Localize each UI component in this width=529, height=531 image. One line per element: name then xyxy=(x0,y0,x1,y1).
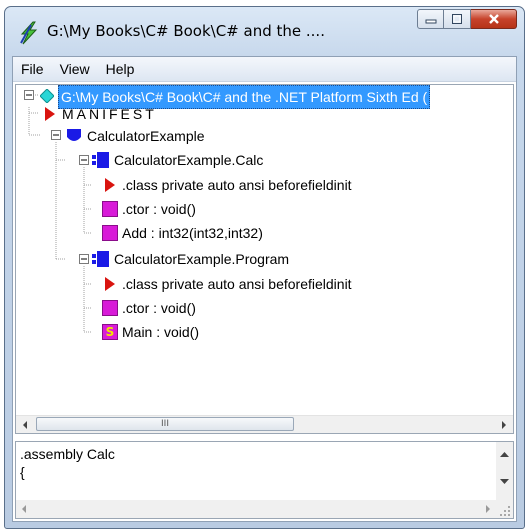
scroll-left-arrow-icon xyxy=(22,505,26,513)
menu-bar: File View Help xyxy=(13,57,516,82)
app-window: G:\My Books\C# Book\C# and the .... File… xyxy=(4,6,525,529)
static-method-icon: S xyxy=(102,324,118,340)
assembly-diamond-icon xyxy=(40,89,54,103)
close-icon xyxy=(488,14,499,24)
scroll-left-button[interactable] xyxy=(16,416,34,433)
namespace-shield-icon xyxy=(67,129,81,141)
minimize-button[interactable] xyxy=(417,9,444,29)
tree-label-program-main: Main : void() xyxy=(122,324,200,340)
tree-label-program-ctor: .ctor : void() xyxy=(122,300,196,316)
window-title: G:\My Books\C# Book\C# and the .... xyxy=(47,22,325,40)
tree-label-calc-ctor: .ctor : void() xyxy=(122,201,196,217)
tree-label-calc-add: Add : int32(int32,int32) xyxy=(122,225,263,241)
caption-buttons xyxy=(417,9,517,31)
scroll-thumb[interactable]: III xyxy=(36,417,294,431)
il-line-1: .assembly Calc xyxy=(20,446,115,462)
tree-label-namespace: CalculatorExample xyxy=(87,128,205,144)
scroll-right-button[interactable] xyxy=(495,416,513,433)
directive-triangle-icon xyxy=(105,277,115,291)
manifest-triangle-icon xyxy=(45,107,55,121)
scroll-right-arrow-icon xyxy=(486,505,490,513)
menu-help[interactable]: Help xyxy=(98,58,143,80)
tree-horizontal-scrollbar[interactable]: III xyxy=(16,415,513,433)
class-icon xyxy=(92,152,109,168)
close-button[interactable] xyxy=(471,9,517,29)
client-area: File View Help G:\My Books\C# Book\C# an… xyxy=(12,56,517,522)
scroll-right-arrow-icon xyxy=(502,420,506,429)
method-icon xyxy=(102,300,118,316)
scroll-left-arrow-icon xyxy=(23,420,27,429)
tree-label-calc-directive: .class private auto ansi beforefieldinit xyxy=(122,177,352,193)
lightning-app-icon xyxy=(20,21,38,45)
menu-view[interactable]: View xyxy=(52,58,98,80)
maximize-icon xyxy=(452,14,462,24)
minimize-icon xyxy=(425,19,436,24)
assembly-tree[interactable]: G:\My Books\C# Book\C# and the .NET Plat… xyxy=(15,84,514,434)
scroll-up-arrow-icon xyxy=(500,452,509,457)
tree-label-program-class: CalculatorExample.Program xyxy=(114,251,290,267)
tree-label-program-directive: .class private auto ansi beforefieldinit xyxy=(122,276,352,292)
scroll-down-arrow-icon xyxy=(500,479,509,484)
il-vertical-scrollbar[interactable] xyxy=(496,442,513,500)
il-horizontal-scrollbar[interactable] xyxy=(16,500,496,518)
tree-label-calc-class: CalculatorExample.Calc xyxy=(114,152,264,168)
directive-triangle-icon xyxy=(105,178,115,192)
resize-grip-icon[interactable] xyxy=(496,500,513,518)
title-bar[interactable]: G:\My Books\C# Book\C# and the .... xyxy=(5,7,524,57)
class-icon xyxy=(92,251,109,267)
scroll-thumb-grip: III xyxy=(161,419,169,429)
il-line-2: { xyxy=(20,464,25,480)
tree-label-manifest: MANIFEST xyxy=(62,106,157,122)
maximize-button[interactable] xyxy=(444,9,471,29)
il-code-panel[interactable]: .assembly Calc { xyxy=(15,441,514,519)
method-icon xyxy=(102,225,118,241)
menu-file[interactable]: File xyxy=(13,58,52,80)
method-icon xyxy=(102,201,118,217)
